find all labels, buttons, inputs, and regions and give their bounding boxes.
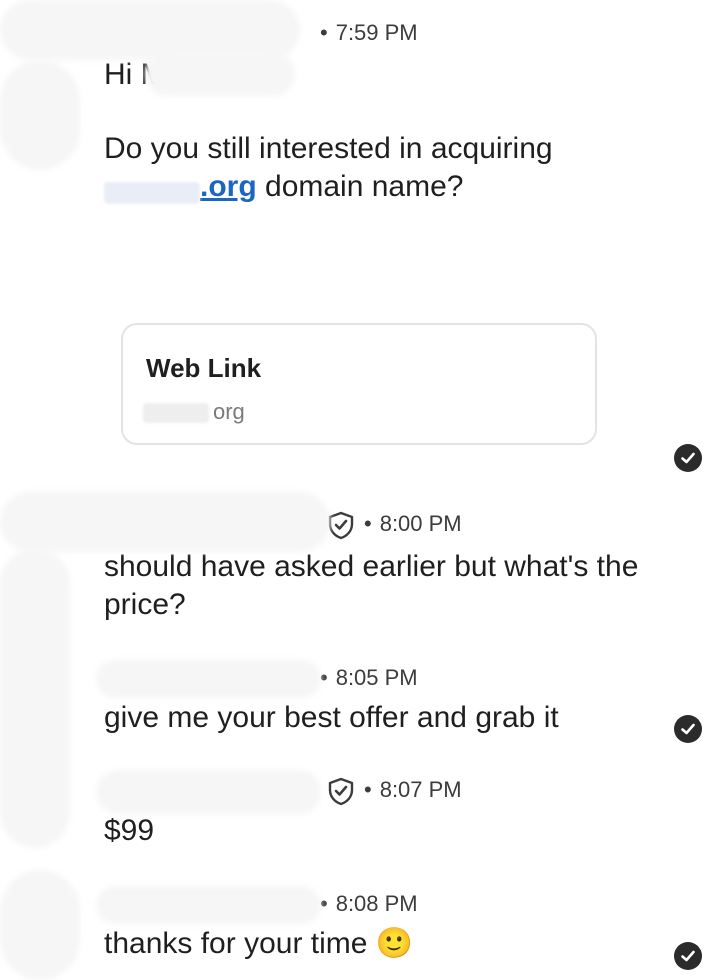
- card-domain: org: [213, 399, 245, 424]
- redaction-smear: [0, 870, 80, 980]
- message-text: thanks for your time 🙂: [104, 927, 414, 960]
- message-text: should have asked earlier but what's the…: [104, 550, 639, 621]
- message-timestamp: • 8:07 PM: [326, 776, 462, 806]
- message-timestamp: • 8:05 PM: [320, 665, 418, 690]
- redaction-smear: [96, 770, 321, 814]
- check-circle-icon: [674, 715, 702, 743]
- message-timestamp: • 7:59 PM: [320, 20, 418, 45]
- message-timestamp: • 8:08 PM: [320, 891, 418, 916]
- message-text: $99: [104, 814, 155, 847]
- redaction-smear: [145, 52, 295, 96]
- web-link-card[interactable]: Web Link org: [121, 323, 597, 445]
- redaction-smear: [0, 492, 330, 552]
- domain-link[interactable]: .org: [200, 170, 257, 203]
- card-title: Web Link: [146, 353, 262, 383]
- redaction-smear: [96, 886, 321, 924]
- message-timestamp: • 8:00 PM: [326, 510, 462, 540]
- redaction: [143, 403, 209, 423]
- check-circle-icon: [674, 942, 702, 970]
- redaction-smear: [0, 0, 300, 60]
- redaction: [104, 182, 200, 204]
- smile-emoji-icon: 🙂: [375, 927, 414, 960]
- shield-check-icon: [328, 511, 354, 540]
- message-text: give me your best offer and grab it: [104, 701, 559, 734]
- shield-check-icon: [328, 777, 354, 806]
- redaction-smear: [0, 548, 70, 848]
- redaction-smear: [96, 660, 321, 698]
- redaction-smear: [0, 60, 80, 170]
- check-circle-icon: [674, 444, 702, 472]
